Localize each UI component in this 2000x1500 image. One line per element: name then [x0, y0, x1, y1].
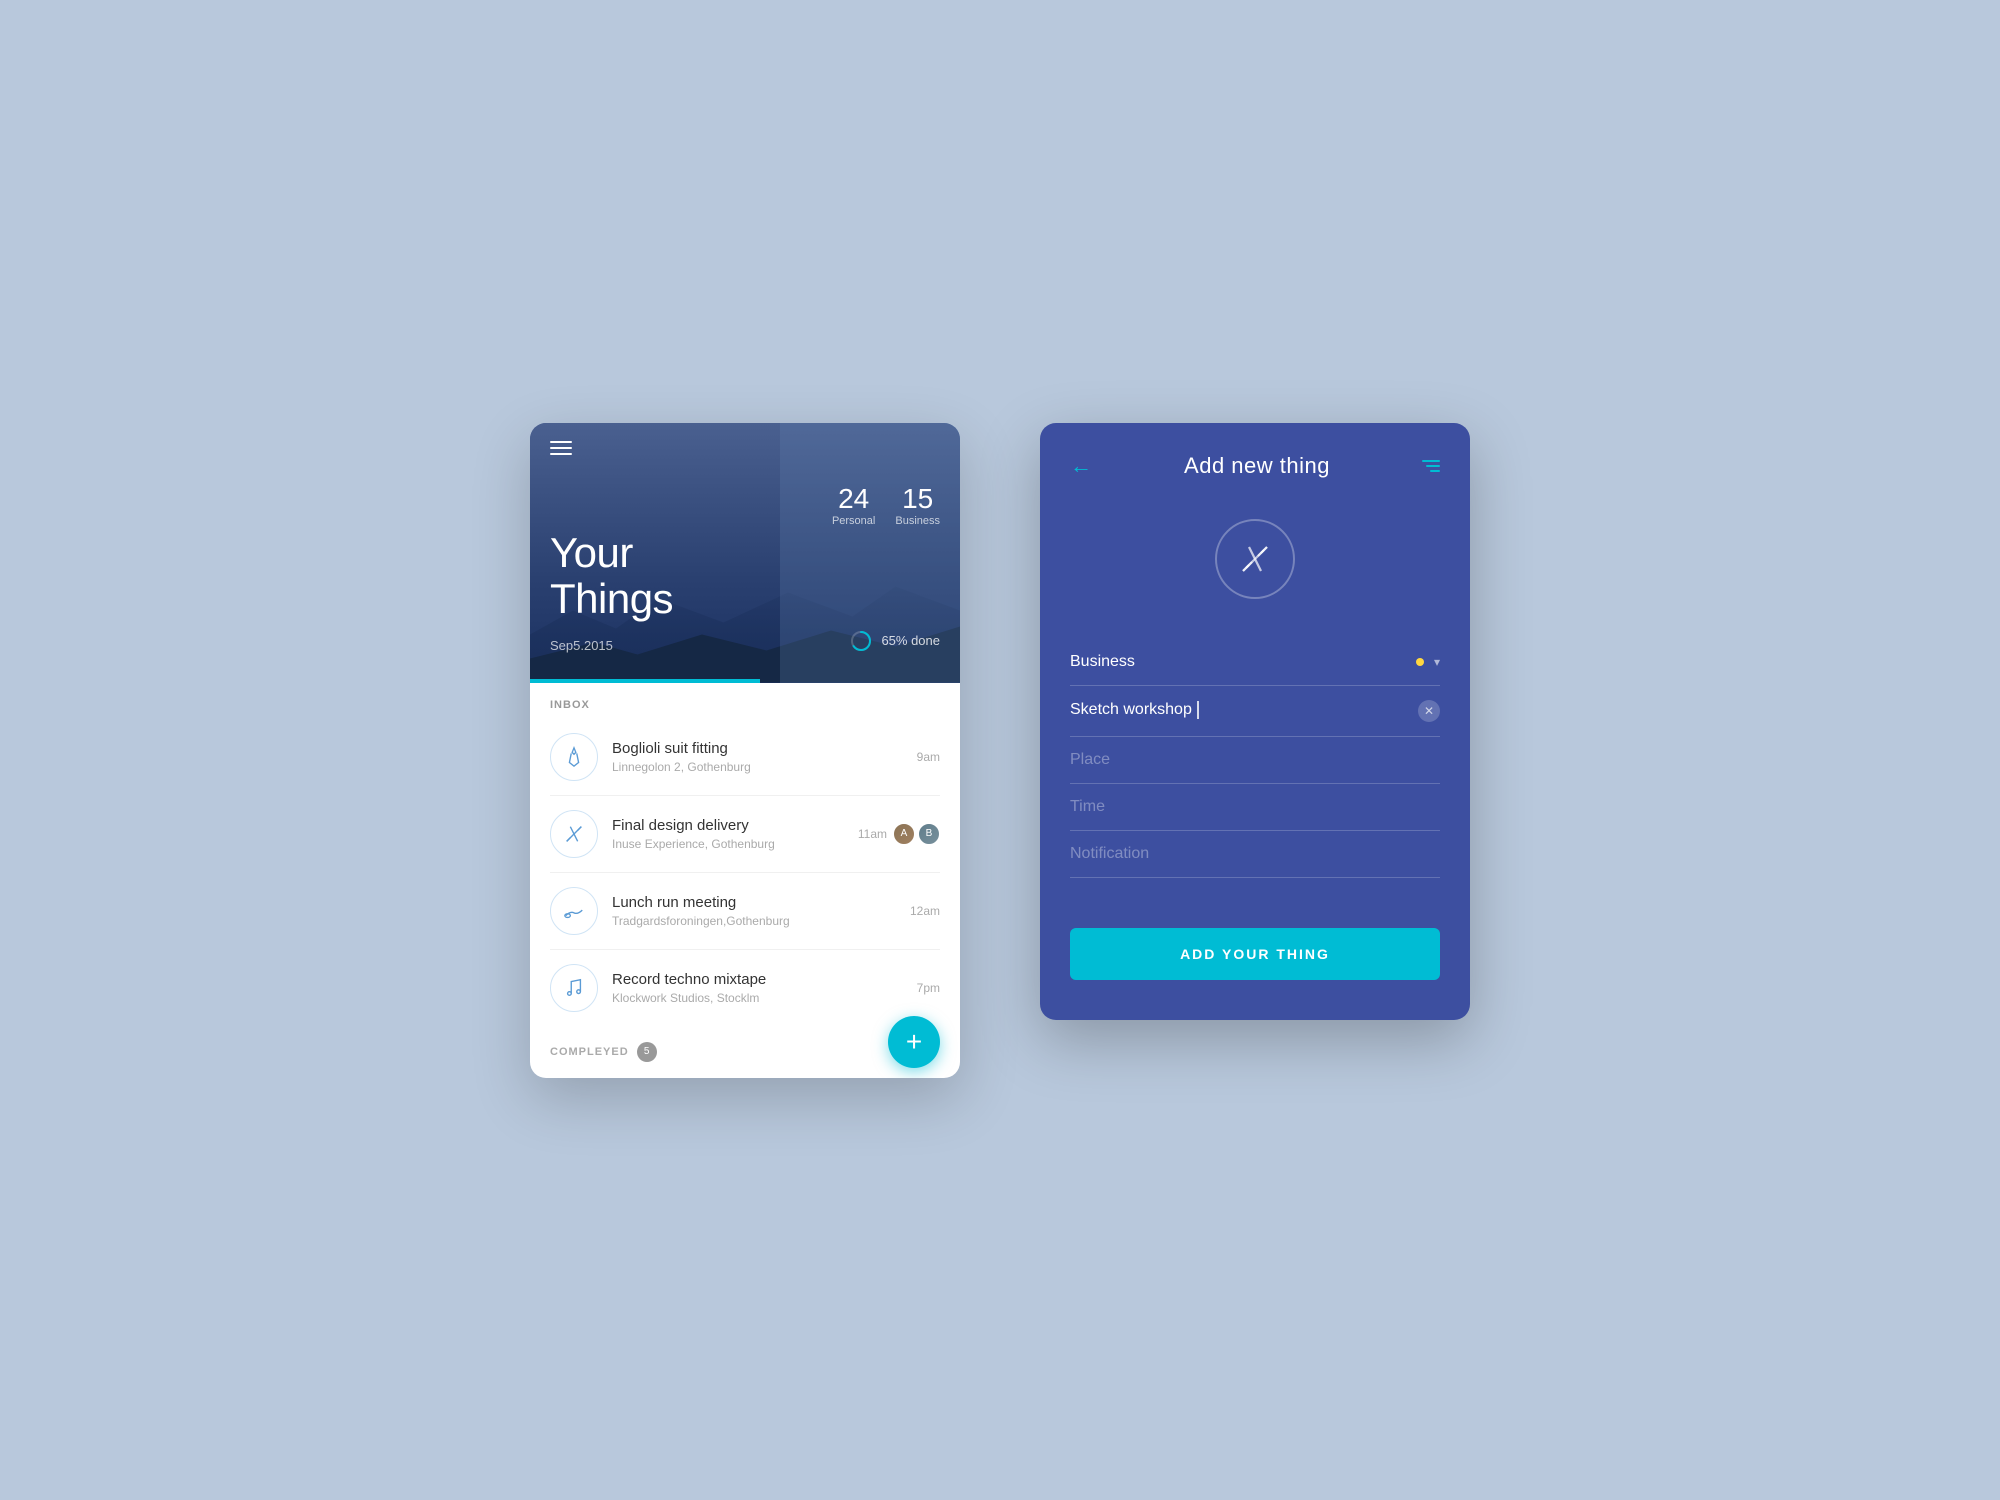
screen-title: Add new thing	[1184, 453, 1330, 479]
notification-placeholder: Notification	[1070, 845, 1440, 863]
back-button[interactable]: ←	[1070, 453, 1092, 479]
progress-ring-icon	[849, 629, 873, 653]
form-title-field: Sketch workshop ✕	[1070, 686, 1440, 737]
text-cursor	[1197, 701, 1199, 719]
item-content: Boglioli suit fitting Linnegolon 2, Goth…	[612, 740, 903, 774]
time-placeholder: Time	[1070, 798, 1440, 816]
item-time: 12am	[910, 904, 940, 918]
phone-left: Your Things Sep5.2015 24 Personal 15 Bus…	[530, 423, 960, 1078]
hero-blue-bar	[530, 679, 760, 683]
category-icon-wrapper	[1070, 519, 1440, 599]
category-icon[interactable]	[1215, 519, 1295, 599]
right-header: ← Add new thing	[1070, 453, 1440, 479]
notification-input[interactable]: Notification	[1070, 831, 1440, 878]
item-content: Lunch run meeting Tradgardsforoningen,Go…	[612, 894, 896, 928]
item-time: 11am	[858, 827, 887, 841]
item-subtitle: Linnegolon 2, Gothenburg	[612, 760, 903, 774]
hero-date: Sep5.2015	[550, 638, 613, 653]
avatar: A	[893, 823, 915, 845]
item-subtitle: Tradgardsforoningen,Gothenburg	[612, 914, 896, 928]
item-time: 9am	[917, 750, 940, 764]
completed-badge: 5	[637, 1042, 657, 1062]
add-thing-button[interactable]: ADD YOUR THING	[1070, 928, 1440, 980]
item-icon-tie	[550, 733, 598, 781]
dropdown-dot	[1416, 658, 1424, 666]
completed-section: COMPLEYED 5 +	[530, 1026, 960, 1078]
form-dropdown: Business ▾	[1070, 639, 1440, 686]
avatar: B	[918, 823, 940, 845]
item-icon-design	[550, 810, 598, 858]
menu-icon[interactable]	[550, 441, 572, 455]
form-place-field: Place	[1070, 737, 1440, 784]
item-title: Final design delivery	[612, 817, 844, 834]
item-title: Record techno mixtape	[612, 971, 903, 988]
item-avatars: A B	[893, 823, 940, 845]
item-title: Boglioli suit fitting	[612, 740, 903, 757]
place-placeholder: Place	[1070, 751, 1440, 769]
item-icon-run	[550, 887, 598, 935]
form-time-field: Time	[1070, 784, 1440, 831]
completed-label: COMPLEYED	[550, 1046, 629, 1058]
time-input[interactable]: Time	[1070, 784, 1440, 831]
fab-button[interactable]: +	[888, 1016, 940, 1068]
item-title: Lunch run meeting	[612, 894, 896, 911]
item-subtitle: Klockwork Studios, Stocklm	[612, 991, 903, 1005]
hero-stats: 24 Personal 15 Business	[832, 483, 940, 527]
list-item[interactable]: Record techno mixtape Klockwork Studios,…	[550, 950, 940, 1026]
hero-title: Your Things	[550, 530, 673, 622]
title-input-value: Sketch workshop	[1070, 701, 1408, 719]
filter-icon[interactable]	[1422, 460, 1440, 472]
progress-text: 65% done	[881, 633, 940, 648]
inbox-section: INBOX Boglioli suit fitting Linnegolon 2…	[530, 683, 960, 1026]
list-item[interactable]: Boglioli suit fitting Linnegolon 2, Goth…	[550, 719, 940, 796]
stat-personal: 24 Personal	[832, 483, 875, 527]
item-subtitle: Inuse Experience, Gothenburg	[612, 837, 844, 851]
dropdown-business[interactable]: Business ▾	[1070, 639, 1440, 686]
chevron-down-icon: ▾	[1434, 655, 1440, 669]
place-input[interactable]: Place	[1070, 737, 1440, 784]
hero-section: Your Things Sep5.2015 24 Personal 15 Bus…	[530, 423, 960, 683]
list-item[interactable]: Final design delivery Inuse Experience, …	[550, 796, 940, 873]
dropdown-label: Business	[1070, 653, 1406, 671]
form-notification-field: Notification	[1070, 831, 1440, 878]
list-item[interactable]: Lunch run meeting Tradgardsforoningen,Go…	[550, 873, 940, 950]
hero-progress: 65% done	[849, 629, 940, 653]
title-input[interactable]: Sketch workshop ✕	[1070, 686, 1440, 737]
phone-right: ← Add new thing	[1040, 423, 1470, 1020]
stat-business: 15 Business	[895, 483, 940, 527]
clear-button[interactable]: ✕	[1418, 700, 1440, 722]
item-content: Record techno mixtape Klockwork Studios,…	[612, 971, 903, 1005]
item-icon-music	[550, 964, 598, 1012]
screens-container: Your Things Sep5.2015 24 Personal 15 Bus…	[470, 363, 1530, 1138]
item-content: Final design delivery Inuse Experience, …	[612, 817, 844, 851]
item-time: 7pm	[917, 981, 940, 995]
item-right: 11am A B	[858, 823, 940, 845]
pencil-icon	[1237, 541, 1273, 577]
inbox-header: INBOX	[550, 683, 940, 719]
